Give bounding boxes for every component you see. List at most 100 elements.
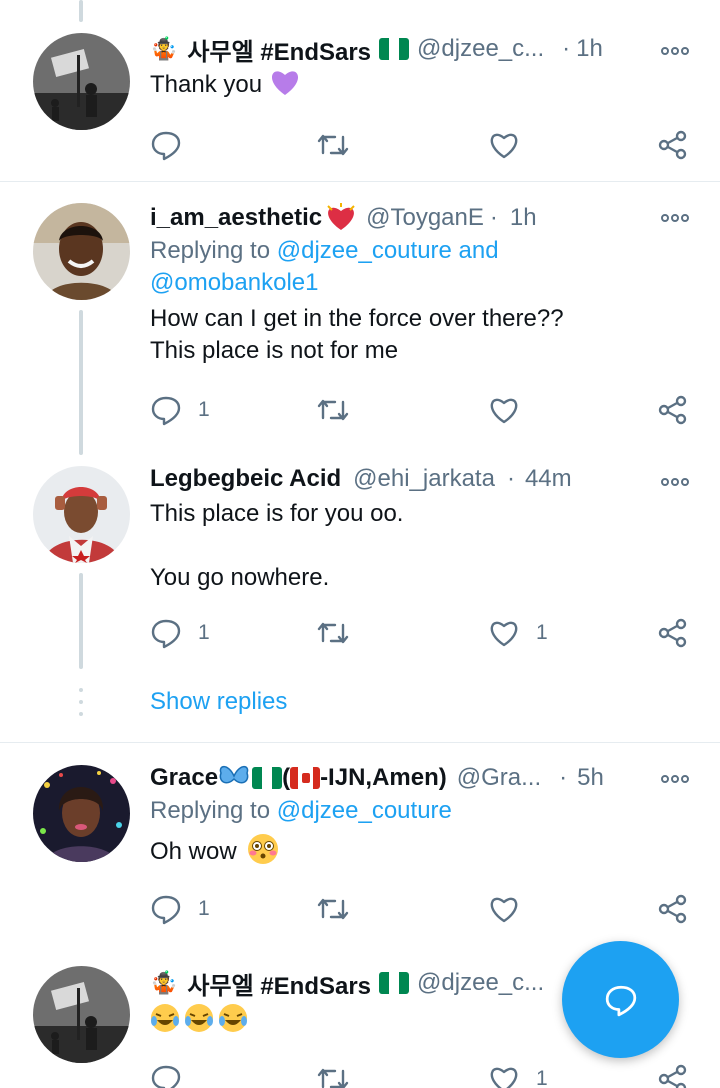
replying-to-line2: @omobankole1 <box>150 267 710 299</box>
retweet-button[interactable] <box>315 892 351 926</box>
heart-icon <box>490 133 518 159</box>
tweet-1[interactable]: 🤹 사무엘 #EndSars @djzee_c... · 1h Thank yo… <box>0 0 720 181</box>
replying-to: Replying to @djzee_couture and <box>150 237 499 264</box>
collapsed-thread-dots <box>79 688 83 724</box>
reply-button[interactable] <box>150 1062 182 1088</box>
avatar[interactable] <box>33 466 130 563</box>
mention-link[interactable]: @djzee_couture <box>277 237 452 264</box>
reply-fab-button[interactable] <box>562 941 679 1058</box>
heart-icon <box>490 897 518 923</box>
handle[interactable]: @Gra... <box>457 764 541 792</box>
reply-icon <box>151 895 181 925</box>
heart-icon <box>490 621 518 647</box>
show-replies-link[interactable]: Show replies <box>150 688 287 716</box>
handle[interactable]: @djzee_c... <box>417 35 544 63</box>
share-button[interactable] <box>658 892 688 926</box>
heart-icon <box>490 1067 518 1088</box>
reply-icon <box>151 131 181 161</box>
tweet-header: Legbegbeic Acid @ehi_jarkata · 44m <box>150 465 572 493</box>
share-button[interactable] <box>658 128 688 162</box>
reply-bubble-icon <box>605 985 636 1016</box>
share-button[interactable] <box>658 616 688 650</box>
more-options-icon[interactable] <box>660 208 690 228</box>
more-options-icon[interactable] <box>660 472 690 492</box>
more-options-icon[interactable] <box>660 769 690 789</box>
retweet-icon <box>317 134 349 156</box>
share-icon <box>658 130 687 160</box>
like-button[interactable]: 1 <box>488 1062 548 1088</box>
tweet-4[interactable]: Grace ( -IJN,Amen) @Gra... · 5h Replying… <box>0 743 720 948</box>
tweet-2[interactable]: i_am_aesthetic @ToyganE · 1h Replying to… <box>0 182 720 452</box>
nigeria-flag-icon <box>252 767 283 789</box>
share-icon <box>658 1064 687 1088</box>
tweet-actions <box>150 128 695 162</box>
tweet-text: Thank you <box>150 68 710 101</box>
timestamp[interactable]: 44m <box>525 465 572 493</box>
reply-button[interactable]: 1 <box>150 393 210 427</box>
juggler-emoji-icon: 🤹 <box>150 36 178 61</box>
share-button[interactable] <box>658 393 688 427</box>
retweet-button[interactable] <box>315 616 351 650</box>
display-name[interactable]: i_am_aesthetic <box>150 202 358 235</box>
share-icon <box>658 618 687 648</box>
tweet-actions: 1 1 <box>150 616 695 650</box>
nigeria-flag-icon <box>379 38 410 60</box>
more-options-icon[interactable] <box>660 41 690 61</box>
retweet-button[interactable] <box>315 1062 351 1088</box>
canada-flag-icon <box>290 767 321 789</box>
like-button[interactable]: 1 <box>488 616 548 650</box>
mention-link[interactable]: @omobankole1 <box>150 269 318 296</box>
reply-button[interactable]: 1 <box>150 892 210 926</box>
purple-heart-emoji <box>262 71 301 98</box>
tweet-header: 🤹 사무엘 #EndSars @djzee_c... · 1h <box>150 32 710 66</box>
tweet-actions: 1 <box>150 393 695 427</box>
timestamp[interactable]: 1h <box>510 204 537 232</box>
butterfly-emoji <box>218 763 250 793</box>
retweet-icon <box>317 622 349 644</box>
share-icon <box>658 395 687 425</box>
share-icon <box>658 894 687 924</box>
reply-button[interactable]: 1 <box>150 616 210 650</box>
laughing-tears-emoji <box>150 1004 250 1034</box>
avatar[interactable] <box>33 765 130 862</box>
tweet-actions: 1 <box>150 892 695 926</box>
timestamp[interactable]: 1h <box>576 35 603 63</box>
nigeria-flag-icon <box>379 972 410 994</box>
display-name[interactable]: 🤹 사무엘 #EndSars <box>150 966 410 1001</box>
display-name[interactable]: Grace ( -IJN,Amen) <box>150 763 447 793</box>
retweet-icon <box>317 898 349 920</box>
avatar[interactable] <box>33 33 130 130</box>
handle[interactable]: @ToyganE <box>366 204 484 232</box>
flushed-face-emoji <box>243 834 279 865</box>
like-button[interactable] <box>488 128 536 162</box>
retweet-icon <box>317 399 349 421</box>
display-name[interactable]: Legbegbeic Acid <box>150 465 341 493</box>
juggler-emoji-icon: 🤹 <box>150 970 178 995</box>
avatar[interactable] <box>33 966 130 1063</box>
retweet-button[interactable] <box>315 128 351 162</box>
handle[interactable]: @ehi_jarkata <box>353 465 495 493</box>
tweet-actions: 1 <box>150 1062 695 1088</box>
reply-button[interactable] <box>150 128 198 162</box>
like-button[interactable] <box>488 892 536 926</box>
avatar[interactable] <box>33 203 130 300</box>
retweet-button[interactable] <box>315 393 351 427</box>
tweet-text: This place is for you oo. You go nowhere… <box>150 500 404 591</box>
tweet-text: Oh wow <box>150 833 710 868</box>
replying-to: Replying to @djzee_couture <box>150 797 452 824</box>
reply-icon <box>151 1065 181 1088</box>
reply-icon <box>151 619 181 649</box>
heart-exclamation-emoji <box>324 202 358 235</box>
mention-link[interactable]: @djzee_couture <box>277 797 452 824</box>
tweet-3[interactable]: Legbegbeic Acid @ehi_jarkata · 44m This … <box>0 452 720 672</box>
reply-icon <box>151 396 181 426</box>
like-button[interactable] <box>488 393 536 427</box>
tweet-text: How can I get in the force over there?? … <box>150 305 564 364</box>
share-button[interactable] <box>658 1062 688 1088</box>
tweet-header: Grace ( -IJN,Amen) @Gra... · 5h <box>150 763 604 793</box>
heart-icon <box>490 398 518 424</box>
handle[interactable]: @djzee_c... <box>417 969 544 997</box>
timestamp[interactable]: 5h <box>577 764 604 792</box>
tweet-header: i_am_aesthetic @ToyganE · 1h <box>150 201 710 235</box>
display-name[interactable]: 🤹 사무엘 #EndSars <box>150 32 410 67</box>
